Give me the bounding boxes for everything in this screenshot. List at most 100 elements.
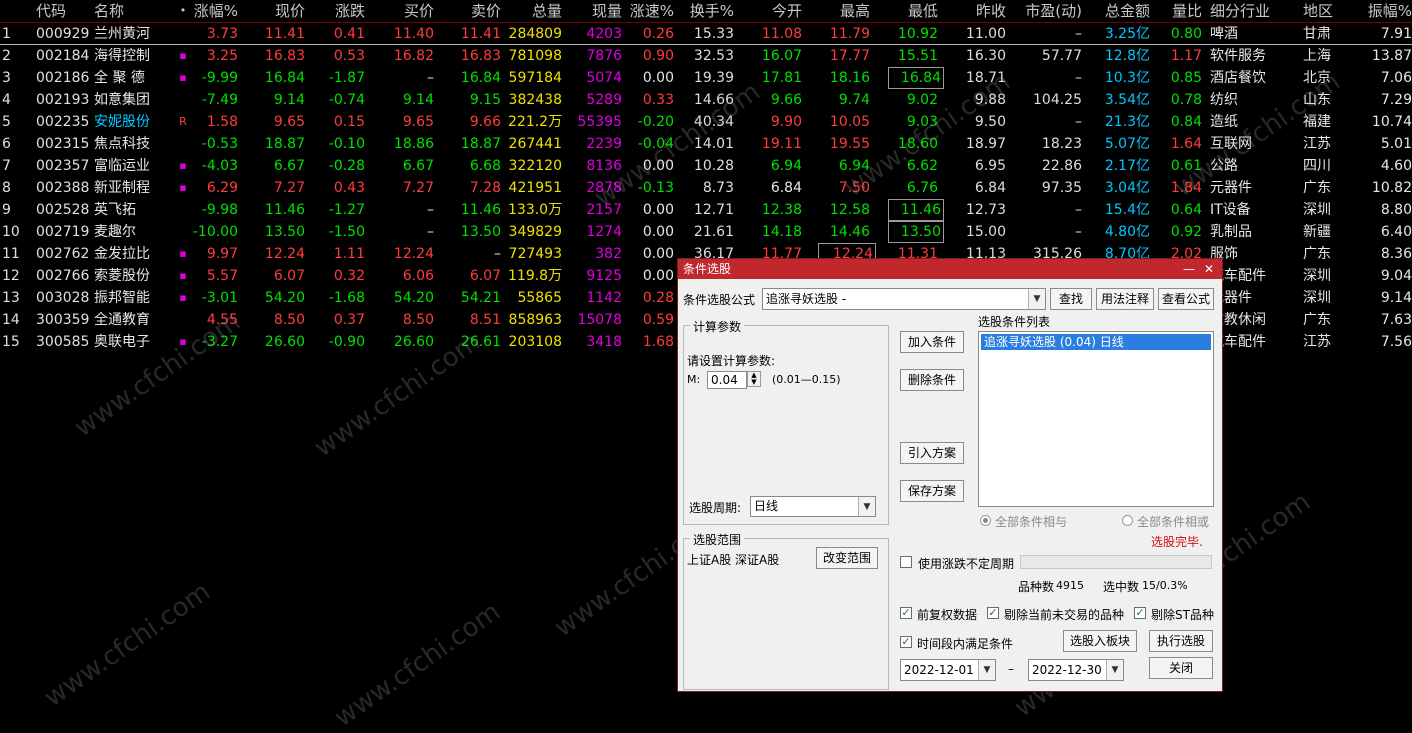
time-range-checkbox[interactable]: ✓ <box>900 636 912 648</box>
header-change-pct[interactable]: 涨幅% <box>190 0 238 22</box>
header-low[interactable]: 最低 <box>888 0 938 22</box>
cell-pe: – <box>1075 224 1082 240</box>
date-to-select[interactable]: 2022-12-30 ▼ <box>1028 659 1124 681</box>
cell-name: 全通教育 <box>94 312 150 328</box>
chevron-down-icon[interactable]: ▼ <box>1028 289 1045 309</box>
cell-change: -0.28 <box>328 158 365 174</box>
cell-amplitude: 6.40 <box>1380 224 1412 240</box>
table-row[interactable]: 7 002357 富临运业 ▪ -4.03 6.67 -0.28 6.67 6.68 322120… <box>0 155 1412 177</box>
formula-select[interactable]: 追涨寻妖选股 - ▼ <box>762 288 1046 310</box>
delete-condition-button[interactable]: 删除条件 <box>900 369 964 391</box>
header-amplitude[interactable]: 振幅% <box>1346 0 1412 22</box>
save-scheme-button[interactable]: 保存方案 <box>900 480 964 502</box>
condition-list-item[interactable]: 追涨寻妖选股 (0.04) 日线 <box>981 334 1211 350</box>
cell-bid: 9.65 <box>402 114 434 130</box>
time-range-label: 时间段内满足条件 <box>917 637 1014 651</box>
header-ask[interactable]: 卖价 <box>452 0 501 22</box>
table-row[interactable]: 5 002235 安妮股份 R 1.58 9.65 0.15 9.65 9.66 221.2万 55… <box>0 111 1412 133</box>
table-row[interactable]: 1 000929 兰州黄河 3.73 11.41 0.41 11.40 11.41 284809… <box>0 23 1412 45</box>
close-button[interactable]: 关闭 <box>1149 657 1213 679</box>
change-scope-button[interactable]: 改变范围 <box>816 547 878 569</box>
cell-ask: – <box>494 246 501 262</box>
header-industry[interactable]: 细分行业 <box>1210 0 1300 22</box>
cell-price: 26.60 <box>264 334 305 350</box>
close-icon[interactable]: ✕ <box>1202 259 1216 279</box>
header-code[interactable]: 代码 <box>36 0 96 22</box>
cell-region: 深圳 <box>1303 268 1331 284</box>
header-prev-close[interactable]: 昨收 <box>956 0 1006 22</box>
cell-change-pct: -7.49 <box>201 92 238 108</box>
use-pct-period-checkbox[interactable] <box>900 556 912 568</box>
header-open[interactable]: 今开 <box>748 0 802 22</box>
header-bid[interactable]: 买价 <box>385 0 434 22</box>
execute-button[interactable]: 执行选股 <box>1149 630 1213 652</box>
formula-value: 追涨寻妖选股 - <box>766 292 847 306</box>
cell-current-volume: 2878 <box>586 180 622 196</box>
view-formula-button[interactable]: 查看公式 <box>1158 288 1214 310</box>
header-pe[interactable]: 市盈(动) <box>1020 0 1082 22</box>
table-row[interactable]: 9 002528 英飞拓 -9.98 11.46 -1.27 – 11.46 133.0万 215… <box>0 199 1412 221</box>
radio-all-or[interactable] <box>1122 515 1133 526</box>
cell-prev-close: 11.00 <box>965 26 1006 42</box>
radio-all-and[interactable] <box>980 515 991 526</box>
header-current-volume[interactable]: 现量 <box>566 0 622 22</box>
table-row[interactable]: 10 002719 麦趣尔 -10.00 13.50 -1.50 – 13.50 349829 1… <box>0 221 1412 243</box>
date-from-select[interactable]: 2022-12-01 ▼ <box>900 659 996 681</box>
header-volume-ratio[interactable]: 量比 <box>1160 0 1202 22</box>
condition-list[interactable]: 追涨寻妖选股 (0.04) 日线 <box>978 331 1214 507</box>
chevron-down-icon[interactable]: ▼ <box>1106 660 1123 680</box>
exclude-st-checkbox[interactable]: ✓ <box>1134 607 1146 619</box>
cell-industry: 纺织 <box>1210 92 1238 108</box>
cell-volume: 382438 <box>508 92 562 108</box>
usage-notes-button[interactable]: 用法注释 <box>1096 288 1154 310</box>
forward-adjust-checkbox[interactable]: ✓ <box>900 607 912 619</box>
minimize-icon[interactable]: — <box>1182 259 1196 279</box>
import-scheme-button[interactable]: 引入方案 <box>900 442 964 464</box>
cell-low: 6.76 <box>906 180 938 196</box>
cell-change-pct: 3.73 <box>206 26 238 42</box>
period-select[interactable]: 日线 ▼ <box>750 496 876 517</box>
table-row[interactable]: 2 002184 海得控制 ▪ 3.25 16.83 0.53 16.82 16.83 78109… <box>0 45 1412 67</box>
find-button[interactable]: 查找 <box>1050 288 1092 310</box>
add-condition-button[interactable]: 加入条件 <box>900 331 964 353</box>
cell-current-volume: 5074 <box>586 70 622 86</box>
period-value: 日线 <box>754 499 779 513</box>
cell-ask: 26.61 <box>460 334 501 350</box>
chevron-down-icon[interactable]: ▼ <box>858 497 875 516</box>
header-volume[interactable]: 总量 <box>508 0 562 22</box>
table-row[interactable]: 8 002388 新亚制程 ▪ 6.29 7.27 0.43 7.27 7.28 421951 28… <box>0 177 1412 199</box>
cell-change: -1.50 <box>328 224 365 240</box>
cell-change-pct: 4.55 <box>206 312 238 328</box>
header-high[interactable]: 最高 <box>818 0 870 22</box>
param-spinner[interactable]: ▲ ▼ <box>747 371 761 387</box>
cell-speed: 0.28 <box>642 290 674 306</box>
cell-speed: 1.68 <box>642 334 674 350</box>
header-speed[interactable]: 涨速% <box>626 0 674 22</box>
dialog-title-bar[interactable]: 条件选股 — ✕ <box>678 259 1222 279</box>
cell-volume: 322120 <box>508 158 562 174</box>
cell-speed: 0.00 <box>642 70 674 86</box>
cell-region: 江苏 <box>1303 334 1331 350</box>
header-change[interactable]: 涨跌 <box>320 0 365 22</box>
cell-prev-close: 6.95 <box>974 158 1006 174</box>
cell-amplitude: 9.04 <box>1380 268 1412 284</box>
cell-price: 11.46 <box>264 202 305 218</box>
header-region[interactable]: 地区 <box>1303 0 1343 22</box>
table-row[interactable]: 6 002315 焦点科技 -0.53 18.87 -0.10 18.86 18.87 2674… <box>0 133 1412 155</box>
cell-price: 9.14 <box>273 92 305 108</box>
cell-volume-ratio: 0.84 <box>1170 114 1202 130</box>
cell-bid: – <box>427 224 434 240</box>
param-m-input[interactable]: 0.04 <box>707 371 747 389</box>
header-turnover[interactable]: 换手% <box>680 0 734 22</box>
header-price[interactable]: 现价 <box>255 0 305 22</box>
exclude-notrade-checkbox[interactable]: ✓ <box>987 607 999 619</box>
chevron-down-icon[interactable]: ▼ <box>978 660 995 680</box>
header-index[interactable] <box>2 0 26 22</box>
table-row[interactable]: 4 002193 如意集团 -7.49 9.14 -0.74 9.14 9.15 382438 5… <box>0 89 1412 111</box>
add-to-block-button[interactable]: 选股入板块 <box>1063 630 1137 652</box>
cell-index: 3 <box>2 70 11 86</box>
table-row[interactable]: 3 002186 全 聚 德 ▪ -9.99 16.84 -1.87–16.84 597184… <box>0 67 1412 89</box>
header-name[interactable]: 名称 <box>94 0 174 22</box>
cell-amount: 15.4亿 <box>1104 202 1150 218</box>
header-amount[interactable]: 总金额 <box>1094 0 1150 22</box>
